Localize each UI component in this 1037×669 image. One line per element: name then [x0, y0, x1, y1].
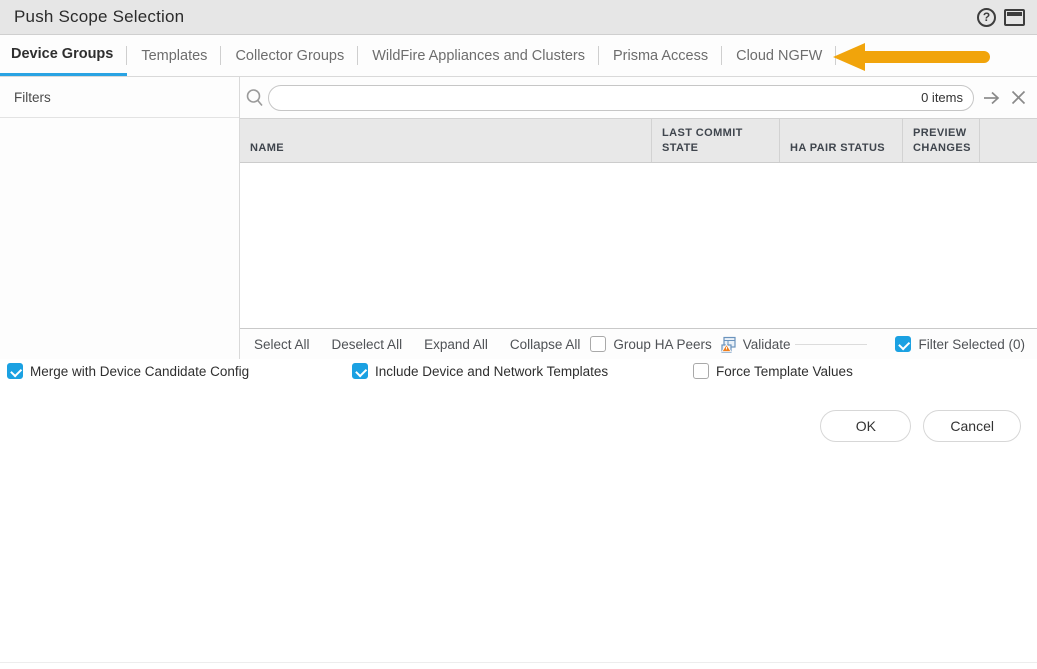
force-template-values-option[interactable]: Force Template Values — [693, 363, 853, 379]
filters-title: Filters — [14, 89, 51, 105]
column-header-name[interactable]: NAME — [240, 119, 652, 162]
items-count-badge: 0 items — [921, 90, 963, 105]
tab-label: Templates — [141, 47, 208, 64]
select-all-button[interactable]: Select All — [254, 337, 310, 352]
search-icon — [244, 87, 266, 109]
tab-label: Cloud NGFW — [736, 47, 823, 64]
group-ha-peers-label: Group HA Peers — [613, 336, 712, 352]
clear-x-icon[interactable] — [1010, 89, 1027, 106]
search-pill: 0 items — [268, 84, 974, 111]
validate-document-warning-icon — [720, 336, 737, 353]
push-options-row: Merge with Device Candidate Config Inclu… — [0, 359, 1037, 387]
column-label: HA PAIR STATUS — [790, 142, 886, 155]
tab-collector-groups[interactable]: Collector Groups — [221, 35, 359, 76]
tab-bar: Device Groups Templates Collector Groups… — [0, 35, 1037, 77]
tab-device-groups[interactable]: Device Groups — [0, 35, 128, 76]
tab-label: Collector Groups — [235, 47, 345, 64]
footer-buttons: OK Cancel — [820, 410, 1021, 442]
tab-wildfire-appliances[interactable]: WildFire Appliances and Clusters — [358, 35, 599, 76]
dialog-footer: OK Cancel — [0, 387, 1037, 669]
filter-selected-option[interactable]: Filter Selected (0) — [895, 336, 1025, 352]
column-header-gutter — [980, 119, 1037, 162]
validate-label: Validate — [742, 336, 791, 352]
tab-prisma-access[interactable]: Prisma Access — [599, 35, 723, 76]
deselect-all-button[interactable]: Deselect All — [332, 337, 403, 352]
expand-all-button[interactable]: Expand All — [424, 337, 488, 352]
table-toolbar: Select All Deselect All Expand All Colla… — [240, 328, 1037, 359]
arrow-head — [833, 42, 865, 71]
filters-body — [0, 118, 239, 359]
merge-candidate-config-label: Merge with Device Candidate Config — [30, 363, 250, 379]
dialog-title: Push Scope Selection — [14, 7, 185, 26]
tab-label: Prisma Access — [613, 47, 709, 64]
column-label: PREVIEW CHANGES — [913, 127, 971, 155]
include-templates-checkbox[interactable] — [352, 363, 368, 379]
cancel-button[interactable]: Cancel — [923, 410, 1021, 442]
column-label: NAME — [250, 142, 284, 155]
table-body-empty[interactable] — [240, 163, 1037, 328]
collapse-all-button[interactable]: Collapse All — [510, 337, 581, 352]
filters-header: Filters — [0, 77, 239, 118]
orange-callout-arrow-icon — [833, 42, 990, 71]
force-template-values-checkbox[interactable] — [693, 363, 709, 379]
tab-label: Device Groups — [11, 46, 114, 62]
filter-selected-label: Filter Selected (0) — [918, 336, 1025, 352]
window-panel-icon[interactable] — [1004, 8, 1025, 26]
search-input[interactable] — [281, 90, 922, 105]
arrow-shaft — [865, 50, 990, 63]
merge-candidate-config-checkbox[interactable] — [7, 363, 23, 379]
include-device-network-templates-option[interactable]: Include Device and Network Templates — [352, 363, 608, 379]
tab-templates[interactable]: Templates — [127, 35, 222, 76]
apply-filter-arrow-icon[interactable] — [982, 89, 1002, 107]
dialog-content: Filters 0 items NAME LAST COMMIT STATE H… — [0, 77, 1037, 359]
column-label: LAST COMMIT STATE — [662, 127, 743, 155]
force-template-values-label: Force Template Values — [716, 363, 853, 379]
column-header-last-commit-state[interactable]: LAST COMMIT STATE — [652, 119, 780, 162]
group-ha-peers-checkbox[interactable] — [590, 336, 607, 352]
column-header-preview-changes[interactable]: PREVIEW CHANGES — [903, 119, 980, 162]
include-templates-label: Include Device and Network Templates — [375, 363, 609, 379]
search-row: 0 items — [240, 77, 1037, 118]
filters-panel: Filters — [0, 77, 240, 359]
ok-button[interactable]: OK — [820, 410, 912, 442]
help-icon[interactable]: ? — [977, 7, 996, 27]
tab-cloud-ngfw[interactable]: Cloud NGFW — [722, 35, 837, 76]
device-list-panel: 0 items NAME LAST COMMIT STATE HA PAIR S… — [240, 77, 1037, 359]
table-header-row: NAME LAST COMMIT STATE HA PAIR STATUS PR… — [240, 118, 1037, 163]
toolbar-divider — [794, 343, 867, 345]
column-header-ha-pair-status[interactable]: HA PAIR STATUS — [780, 119, 903, 162]
group-ha-peers-option[interactable]: Group HA Peers — [590, 336, 712, 352]
validate-button[interactable]: Validate — [720, 336, 791, 353]
dialog-bottom-edge — [0, 662, 1037, 663]
merge-with-device-candidate-config-option[interactable]: Merge with Device Candidate Config — [7, 363, 249, 379]
dialog-titlebar: Push Scope Selection ? — [0, 0, 1037, 35]
filter-selected-checkbox[interactable] — [895, 336, 912, 352]
tab-label: WildFire Appliances and Clusters — [372, 47, 585, 64]
push-scope-selection-dialog: Push Scope Selection ? Device Groups Tem… — [0, 0, 1037, 669]
